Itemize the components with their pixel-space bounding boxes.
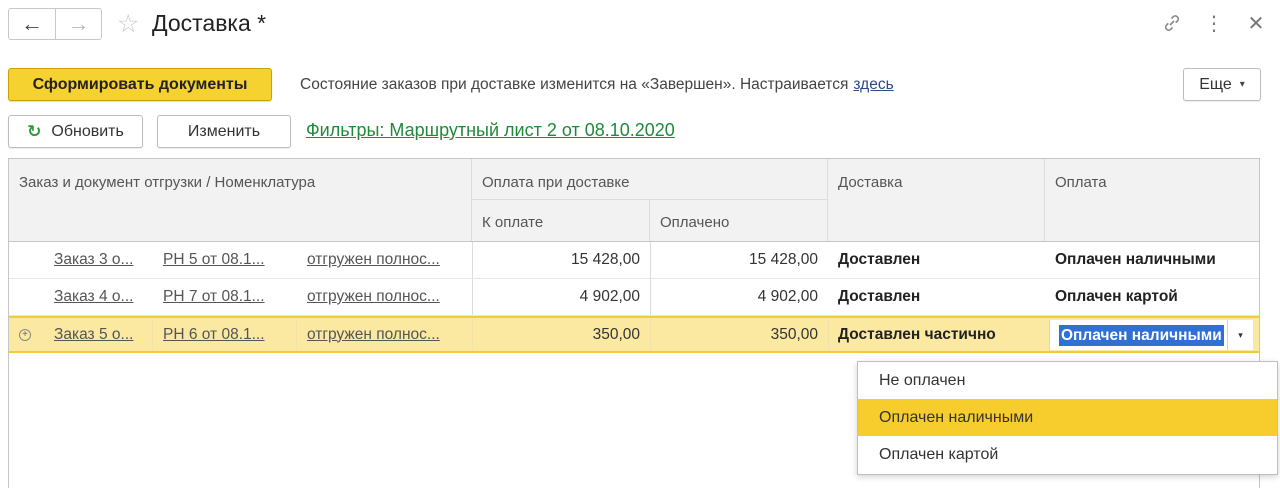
favorite-star-icon[interactable]: ☆: [117, 9, 139, 39]
to-pay-value: 350,00: [592, 325, 640, 343]
delivery-status: Доставлен: [838, 288, 921, 305]
page-title: Доставка *: [152, 10, 267, 36]
column-separator: [828, 318, 829, 351]
arrow-left-icon: ←: [21, 11, 43, 36]
navigation-buttons: ← →: [8, 8, 102, 40]
refresh-button-label: Обновить: [51, 122, 124, 140]
column-header-paid-label: Оплачено: [660, 214, 730, 231]
option-paid-cash[interactable]: Оплачен наличными: [858, 399, 1277, 436]
delivery-status: Доставлен: [838, 251, 921, 268]
column-header-order-label: Заказ и документ отгрузки / Номенклатура: [19, 174, 316, 191]
settings-here-link[interactable]: здесь: [853, 76, 893, 93]
shipment-status-link[interactable]: отгружен полнос...: [307, 279, 467, 315]
link-icon-svg: [1164, 15, 1180, 31]
generate-documents-button[interactable]: Сформировать документы: [8, 68, 272, 101]
option-paid-card[interactable]: Оплачен картой: [858, 436, 1277, 473]
table-row[interactable]: Заказ 3 о... РН 5 от 08.1... отгружен по…: [9, 242, 1259, 279]
order-link[interactable]: Заказ 4 о...: [54, 279, 149, 315]
payment-options-dropdown: Не оплачен Оплачен наличными Оплачен кар…: [857, 361, 1278, 475]
order-link[interactable]: Заказ 3 о...: [54, 242, 149, 278]
forward-button[interactable]: →: [55, 9, 101, 39]
arrow-right-icon: →: [67, 11, 90, 36]
column-group-header-payment-on-delivery: Оплата при доставке: [472, 159, 828, 200]
column-separator: [152, 318, 153, 351]
paid-value: 350,00: [770, 325, 818, 343]
more-button-label: Еще: [1199, 75, 1232, 93]
payment-status-input[interactable]: Оплачен наличными: [1059, 325, 1224, 346]
more-menu-icon[interactable]: ⋮: [1202, 10, 1226, 36]
chevron-down-icon: ▾: [1239, 79, 1245, 90]
shipment-status-link[interactable]: отгружен полнос...: [307, 318, 467, 351]
column-group-header-label: Оплата при доставке: [482, 174, 630, 191]
payment-dropdown-button[interactable]: ▾: [1227, 320, 1253, 350]
close-icon[interactable]: ✕: [1244, 10, 1268, 36]
to-pay-value: 4 902,00: [579, 288, 640, 305]
payment-status[interactable]: Оплачен картой: [1055, 279, 1255, 315]
shipment-status-link[interactable]: отгружен полнос...: [307, 242, 467, 278]
payment-status-editor[interactable]: Оплачен наличными ▾: [1049, 320, 1253, 350]
column-header-to-pay-label: К оплате: [482, 214, 544, 231]
more-button[interactable]: Еще ▾: [1183, 68, 1261, 101]
back-button[interactable]: ←: [9, 9, 55, 39]
table-row-selected[interactable]: + Заказ 5 о... РН 6 от 08.1... отгружен …: [9, 316, 1259, 353]
shipment-document-link[interactable]: РН 7 от 08.1...: [163, 279, 288, 315]
chevron-down-icon: ▾: [1238, 329, 1243, 340]
column-separator: [296, 318, 297, 351]
paid-value: 15 428,00: [749, 251, 818, 268]
delivery-status: Доставлен частично: [838, 325, 996, 343]
option-not-paid[interactable]: Не оплачен: [858, 362, 1277, 399]
expand-plus-icon[interactable]: +: [19, 329, 31, 341]
filters-link[interactable]: Фильтры: Маршрутный лист 2 от 08.10.2020: [306, 120, 675, 141]
column-header-to-pay[interactable]: К оплате: [472, 200, 650, 241]
order-link[interactable]: Заказ 5 о...: [54, 318, 149, 351]
order-status-info: Состояние заказов при доставке изменится…: [300, 76, 894, 94]
column-header-payment[interactable]: Оплата: [1045, 159, 1259, 241]
window-controls: ⋮ ✕: [1160, 10, 1268, 36]
refresh-icon: ↻: [27, 121, 42, 141]
to-pay-value: 15 428,00: [571, 251, 640, 268]
column-header-delivery[interactable]: Доставка: [828, 159, 1045, 241]
paid-value: 4 902,00: [757, 288, 818, 305]
payment-status[interactable]: Оплачен наличными: [1055, 242, 1255, 278]
shipment-document-link[interactable]: РН 5 от 08.1...: [163, 242, 288, 278]
refresh-button[interactable]: ↻ Обновить: [8, 115, 143, 148]
shipment-document-link[interactable]: РН 6 от 08.1...: [163, 318, 288, 351]
column-header-order[interactable]: Заказ и документ отгрузки / Номенклатура: [9, 159, 472, 241]
column-header-payment-label: Оплата: [1055, 174, 1107, 191]
column-header-delivery-label: Доставка: [838, 174, 903, 191]
order-status-info-text: Состояние заказов при доставке изменится…: [300, 76, 849, 93]
table-row[interactable]: Заказ 4 о... РН 7 от 08.1... отгружен по…: [9, 279, 1259, 316]
edit-button[interactable]: Изменить: [157, 115, 291, 148]
link-icon[interactable]: [1160, 10, 1184, 36]
column-header-paid[interactable]: Оплачено: [650, 200, 828, 241]
